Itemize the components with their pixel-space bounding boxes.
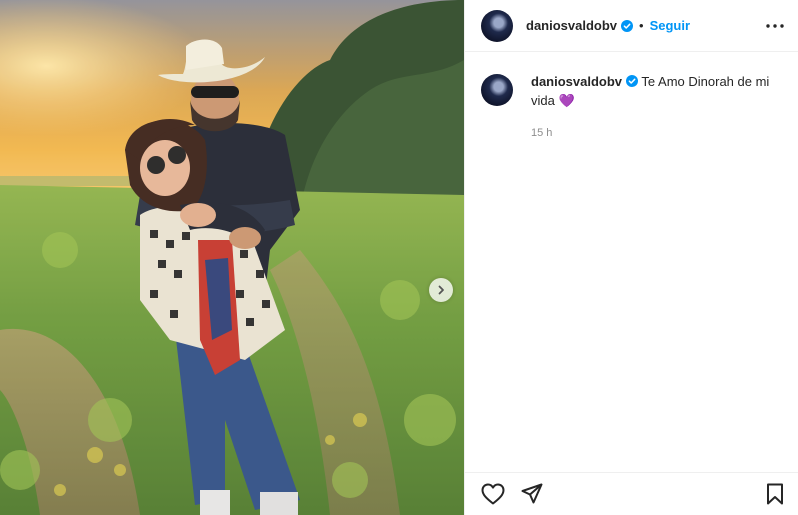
next-photo-button[interactable] — [429, 278, 453, 302]
purple-heart-emoji: 💜 — [558, 93, 575, 108]
post-sidebar: daniosvaldobv • Seguir daniosvaldobv Te … — [464, 0, 798, 515]
post-photo[interactable] — [0, 0, 464, 515]
caption-body: daniosvaldobv Te Amo Dinorah de mi vida … — [531, 72, 771, 143]
caption-username[interactable]: daniosvaldobv — [531, 74, 622, 89]
more-options-icon[interactable] — [766, 23, 784, 28]
post-header: daniosvaldobv • Seguir — [465, 0, 798, 52]
post-timestamp[interactable]: 15 h — [531, 124, 771, 143]
follow-button[interactable]: Seguir — [650, 18, 690, 33]
bookmark-icon[interactable] — [766, 483, 784, 505]
chevron-right-icon — [436, 285, 446, 295]
username-link[interactable]: daniosvaldobv — [526, 18, 617, 33]
caption-comment: daniosvaldobv Te Amo Dinorah de mi vida … — [465, 52, 798, 143]
post-actions-bar — [465, 472, 798, 515]
avatar[interactable] — [481, 9, 513, 42]
separator-dot: • — [639, 18, 644, 33]
post-modal: daniosvaldobv • Seguir daniosvaldobv Te … — [0, 0, 798, 515]
verified-badge-icon — [621, 19, 634, 32]
heart-icon[interactable] — [481, 483, 505, 505]
photo-couple-field — [0, 0, 464, 515]
share-icon[interactable] — [521, 483, 543, 505]
avatar[interactable] — [481, 74, 513, 106]
verified-badge-icon — [626, 75, 639, 87]
